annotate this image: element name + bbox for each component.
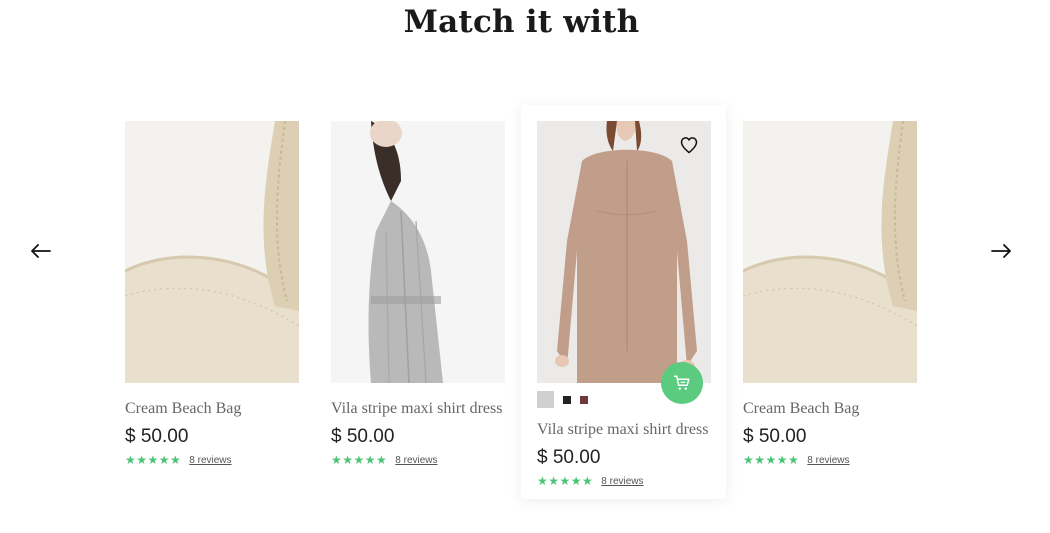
heart-icon: [680, 137, 698, 154]
product-image-beige-dress[interactable]: [537, 121, 711, 383]
product-title[interactable]: Cream Beach Bag: [743, 400, 917, 418]
product-rating: ★★★★★ 8 reviews: [125, 453, 299, 467]
add-to-cart-button[interactable]: [661, 362, 703, 404]
product-price: $ 50.00: [125, 426, 189, 447]
product-image-bag[interactable]: [743, 121, 917, 383]
star-rating-icon: ★★★★★: [537, 474, 594, 488]
product-price: $ 50.00: [331, 426, 395, 447]
arrow-left-icon: [31, 244, 51, 258]
carousel-prev-button[interactable]: [28, 238, 54, 264]
reviews-link[interactable]: 8 reviews: [395, 455, 437, 466]
product-title[interactable]: Vila stripe maxi shirt dress: [537, 421, 711, 439]
swatch-burgundy[interactable]: [580, 395, 588, 404]
carousel-next-button[interactable]: [988, 238, 1014, 264]
product-card-cream-beach-bag[interactable]: Cream Beach Bag $ 50.00 ★★★★★ 8 reviews: [125, 121, 299, 467]
swatch-black[interactable]: [563, 395, 571, 404]
wishlist-button[interactable]: [679, 135, 699, 155]
product-rating: ★★★★★ 8 reviews: [537, 474, 711, 488]
product-image-bag[interactable]: [125, 121, 299, 383]
product-card-cream-beach-bag-2[interactable]: Cream Beach Bag $ 50.00 ★★★★★ 8 reviews: [743, 121, 917, 467]
star-rating-icon: ★★★★★: [743, 453, 800, 467]
color-swatches: [537, 391, 588, 408]
product-image-grey-dress[interactable]: [331, 121, 505, 383]
swatch-light-grey[interactable]: [537, 391, 554, 408]
product-title[interactable]: Cream Beach Bag: [125, 400, 299, 418]
arrow-right-icon: [991, 244, 1011, 258]
product-price: $ 50.00: [743, 426, 807, 447]
product-rating: ★★★★★ 8 reviews: [331, 453, 505, 467]
star-rating-icon: ★★★★★: [331, 453, 388, 467]
reviews-link[interactable]: 8 reviews: [807, 455, 849, 466]
product-card-vila-dress-grey[interactable]: Vila stripe maxi shirt dress $ 50.00 ★★★…: [331, 121, 505, 467]
cart-icon: [673, 375, 690, 390]
section-heading: Match it with: [403, 4, 640, 40]
product-title[interactable]: Vila stripe maxi shirt dress: [331, 400, 505, 418]
product-card-vila-dress-beige[interactable]: Vila stripe maxi shirt dress $ 50.00 ★★★…: [537, 121, 711, 488]
product-rating: ★★★★★ 8 reviews: [743, 453, 917, 467]
product-price: $ 50.00: [537, 447, 601, 468]
star-rating-icon: ★★★★★: [125, 453, 182, 467]
reviews-link[interactable]: 8 reviews: [189, 455, 231, 466]
reviews-link[interactable]: 8 reviews: [601, 476, 643, 487]
